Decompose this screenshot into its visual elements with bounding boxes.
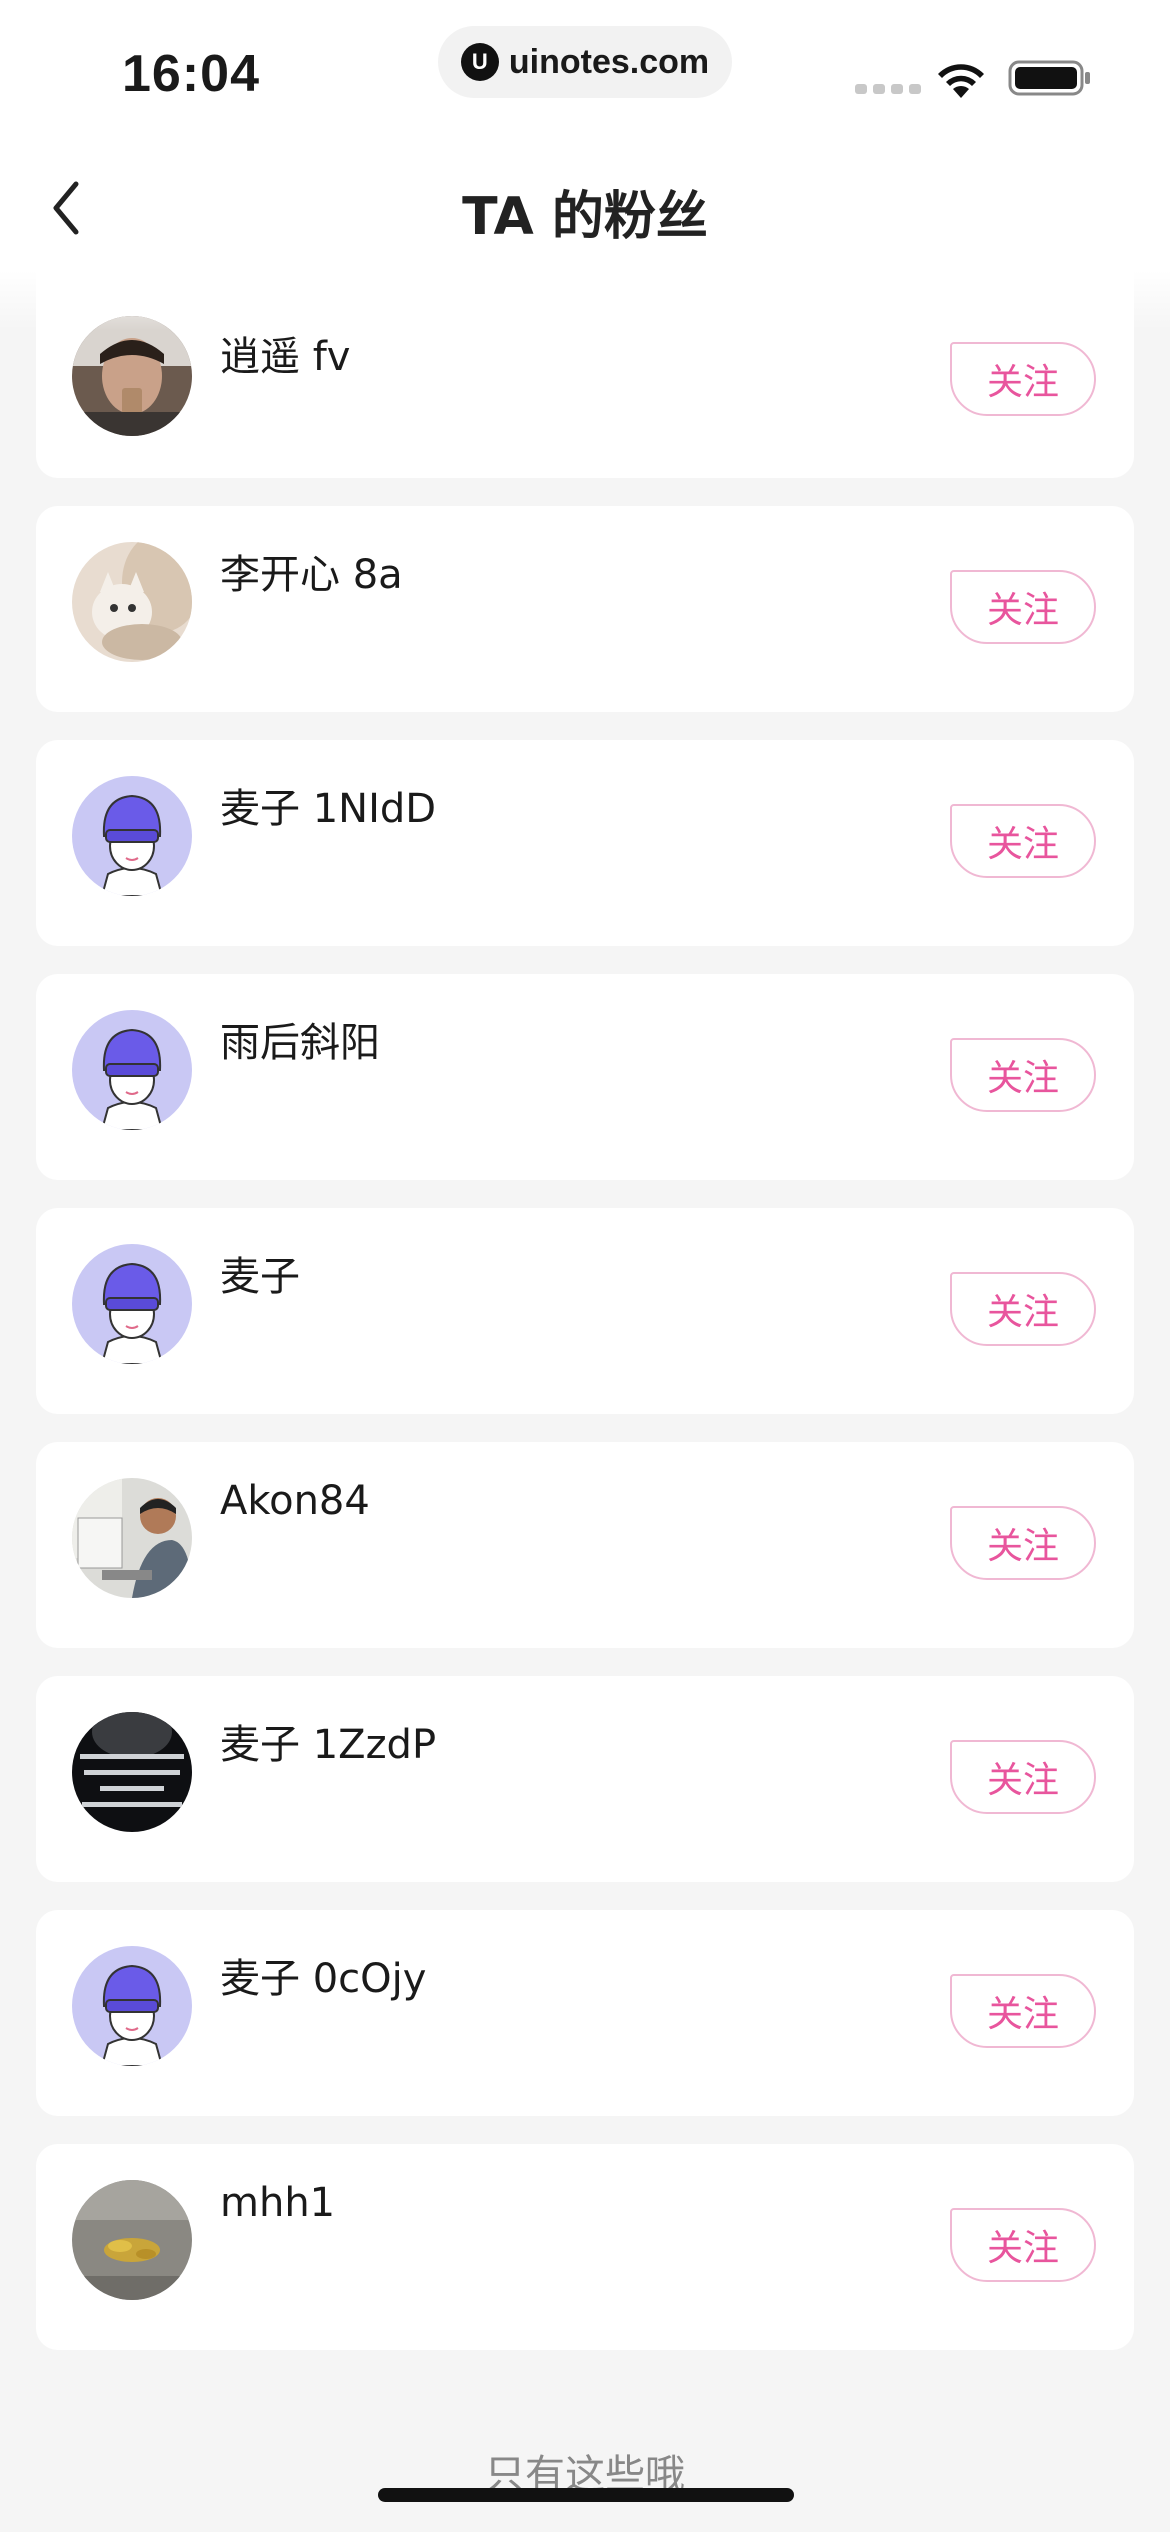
list-item[interactable]: 麦子 0cOjy 关注 xyxy=(36,1910,1134,2116)
avatar[interactable] xyxy=(72,1244,192,1364)
page-title: TA 的粉丝 xyxy=(462,187,708,247)
status-bar: 16:04 U uinotes.com xyxy=(0,0,1170,140)
list-item[interactable]: 麦子 1NIdD 关注 xyxy=(36,740,1134,946)
follow-button[interactable]: 关注 xyxy=(950,342,1096,416)
follow-button[interactable]: 关注 xyxy=(950,1740,1096,1814)
home-indicator[interactable] xyxy=(378,2488,794,2502)
follow-button[interactable]: 关注 xyxy=(950,1272,1096,1346)
fan-name[interactable]: 李开心 8a xyxy=(220,542,403,600)
follow-button[interactable]: 关注 xyxy=(950,1506,1096,1580)
fan-name[interactable]: 麦子 xyxy=(220,1244,300,1302)
avatar[interactable] xyxy=(72,1712,192,1832)
wifi-icon xyxy=(932,58,990,104)
battery-icon xyxy=(1008,58,1092,102)
avatar[interactable] xyxy=(72,1010,192,1130)
url-text: uinotes.com xyxy=(508,42,710,81)
list-item[interactable]: mhh1 关注 xyxy=(36,2144,1134,2350)
list-item[interactable]: 雨后斜阳 关注 xyxy=(36,974,1134,1180)
fan-name[interactable]: 逍遥 fv xyxy=(220,324,350,382)
site-logo-icon: U xyxy=(460,43,499,81)
follow-button[interactable]: 关注 xyxy=(950,1974,1096,2048)
avatar[interactable] xyxy=(72,1946,192,2066)
url-pill[interactable]: U uinotes.com xyxy=(438,26,732,98)
avatar[interactable] xyxy=(72,1478,192,1598)
fan-name[interactable]: mhh1 xyxy=(220,2180,335,2226)
status-time: 16:04 xyxy=(122,45,260,103)
avatar[interactable] xyxy=(72,776,192,896)
avatar[interactable] xyxy=(72,542,192,662)
avatar[interactable] xyxy=(72,2180,192,2300)
fan-name[interactable]: 麦子 1ZzdP xyxy=(220,1712,436,1770)
cellular-signal-icon xyxy=(855,84,921,94)
fan-name[interactable]: 雨后斜阳 xyxy=(220,1010,380,1068)
fan-name[interactable]: 麦子 1NIdD xyxy=(220,776,436,834)
list-item[interactable]: 李开心 8a 关注 xyxy=(36,506,1134,712)
nav-bar: TA 的粉丝 xyxy=(0,140,1170,270)
header-fade xyxy=(0,270,1170,330)
list-item[interactable]: 麦子 关注 xyxy=(36,1208,1134,1414)
follow-button[interactable]: 关注 xyxy=(950,570,1096,644)
fan-name[interactable]: 麦子 0cOjy xyxy=(220,1946,426,2004)
list-item[interactable]: 麦子 1ZzdP 关注 xyxy=(36,1676,1134,1882)
follow-button[interactable]: 关注 xyxy=(950,1038,1096,1112)
follow-button[interactable]: 关注 xyxy=(950,804,1096,878)
follow-button[interactable]: 关注 xyxy=(950,2208,1096,2282)
avatar[interactable] xyxy=(72,316,192,436)
fan-name[interactable]: Akon84 xyxy=(220,1478,370,1524)
list-item[interactable]: Akon84 关注 xyxy=(36,1442,1134,1648)
